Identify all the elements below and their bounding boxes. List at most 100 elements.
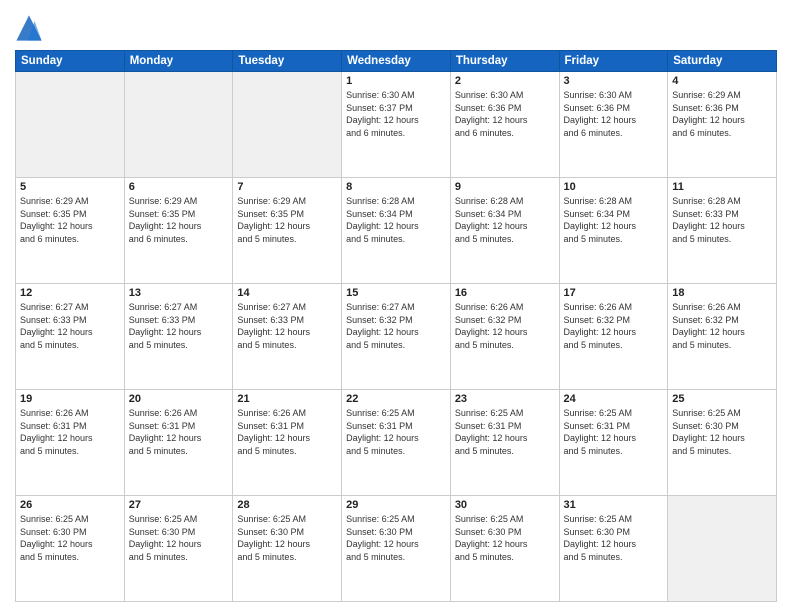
day-number: 30 <box>455 499 555 511</box>
day-info: Sunrise: 6:29 AM Sunset: 6:35 PM Dayligh… <box>129 195 229 245</box>
header <box>15 10 777 42</box>
calendar-cell: 24Sunrise: 6:25 AM Sunset: 6:31 PM Dayli… <box>559 390 668 496</box>
day-info: Sunrise: 6:30 AM Sunset: 6:37 PM Dayligh… <box>346 89 446 139</box>
day-info: Sunrise: 6:26 AM Sunset: 6:31 PM Dayligh… <box>20 407 120 457</box>
day-info: Sunrise: 6:27 AM Sunset: 6:32 PM Dayligh… <box>346 301 446 351</box>
calendar-cell: 20 Sunrise: 6:26 AM Sunset: 6:31 PM Dayli… <box>124 390 233 496</box>
day-number: 2 <box>455 75 555 87</box>
day-number: 28 <box>237 499 337 511</box>
weekday-header: Sunday <box>16 51 125 72</box>
day-number: 19 <box>20 393 120 405</box>
day-info: Sunrise: 6:27 AM Sunset: 6:33 PM Dayligh… <box>20 301 120 351</box>
day-number: 8 <box>346 181 446 193</box>
day-number: 24 <box>564 393 664 405</box>
calendar-cell: 5 Sunrise: 6:29 AM Sunset: 6:35 PM Daylig… <box>16 178 125 284</box>
day-info: Sunrise: 6:25 AM Sunset: 6:30 PM Dayligh… <box>672 407 772 457</box>
weekday-header: Thursday <box>450 51 559 72</box>
weekday-header-row: SundayMondayTuesdayWednesdayThursdayFrid… <box>16 51 777 72</box>
calendar-cell: 16 Sunrise: 6:26 AM Sunset: 6:32 PM Dayli… <box>450 284 559 390</box>
calendar-cell: 10 Sunrise: 6:28 AM Sunset: 6:34 PM Dayli… <box>559 178 668 284</box>
day-info: Sunrise: 6:25 AM Sunset: 6:31 PM Dayligh… <box>455 407 555 457</box>
calendar-week-row: 12 Sunrise: 6:27 AM Sunset: 6:33 PM Dayli… <box>16 284 777 390</box>
logo-icon <box>15 14 43 42</box>
day-info: Sunrise: 6:25 AM Sunset: 6:30 PM Dayligh… <box>20 513 120 563</box>
day-number: 5 <box>20 181 120 193</box>
calendar-cell: 1 Sunrise: 6:30 AM Sunset: 6:37 PM Daylig… <box>342 72 451 178</box>
logo <box>15 14 47 42</box>
day-info: Sunrise: 6:29 AM Sunset: 6:36 PM Dayligh… <box>672 89 772 139</box>
calendar-week-row: 19 Sunrise: 6:26 AM Sunset: 6:31 PM Dayli… <box>16 390 777 496</box>
day-number: 4 <box>672 75 772 87</box>
calendar-cell: 22 Sunrise: 6:25 AM Sunset: 6:31 PM Dayli… <box>342 390 451 496</box>
day-number: 11 <box>672 181 772 193</box>
page: SundayMondayTuesdayWednesdayThursdayFrid… <box>0 0 792 612</box>
day-number: 12 <box>20 287 120 299</box>
day-number: 3 <box>564 75 664 87</box>
calendar-week-row: 1 Sunrise: 6:30 AM Sunset: 6:37 PM Daylig… <box>16 72 777 178</box>
day-info: Sunrise: 6:25 AM Sunset: 6:30 PM Dayligh… <box>455 513 555 563</box>
calendar-cell <box>233 72 342 178</box>
day-number: 13 <box>129 287 229 299</box>
day-number: 18 <box>672 287 772 299</box>
day-info: Sunrise: 6:28 AM Sunset: 6:33 PM Dayligh… <box>672 195 772 245</box>
calendar-cell <box>668 496 777 602</box>
day-info: Sunrise: 6:26 AM Sunset: 6:32 PM Dayligh… <box>455 301 555 351</box>
calendar-cell: 31 Sunrise: 6:25 AM Sunset: 6:30 PM Dayli… <box>559 496 668 602</box>
day-number: 27 <box>129 499 229 511</box>
day-number: 6 <box>129 181 229 193</box>
day-info: Sunrise: 6:25 AM Sunset: 6:31 PM Dayligh… <box>346 407 446 457</box>
weekday-header: Saturday <box>668 51 777 72</box>
day-number: 7 <box>237 181 337 193</box>
calendar-cell: 6 Sunrise: 6:29 AM Sunset: 6:35 PM Daylig… <box>124 178 233 284</box>
day-number: 10 <box>564 181 664 193</box>
calendar-table: SundayMondayTuesdayWednesdayThursdayFrid… <box>15 50 777 602</box>
day-number: 23 <box>455 393 555 405</box>
calendar-cell: 3 Sunrise: 6:30 AM Sunset: 6:36 PM Daylig… <box>559 72 668 178</box>
calendar-week-row: 26 Sunrise: 6:25 AM Sunset: 6:30 PM Dayli… <box>16 496 777 602</box>
calendar-cell: 19 Sunrise: 6:26 AM Sunset: 6:31 PM Dayli… <box>16 390 125 496</box>
weekday-header: Monday <box>124 51 233 72</box>
day-info: Sunrise: 6:30 AM Sunset: 6:36 PM Dayligh… <box>564 89 664 139</box>
calendar-cell: 8 Sunrise: 6:28 AM Sunset: 6:34 PM Daylig… <box>342 178 451 284</box>
day-info: Sunrise: 6:29 AM Sunset: 6:35 PM Dayligh… <box>237 195 337 245</box>
weekday-header: Wednesday <box>342 51 451 72</box>
calendar-cell: 21Sunrise: 6:26 AM Sunset: 6:31 PM Dayli… <box>233 390 342 496</box>
day-number: 31 <box>564 499 664 511</box>
day-info: Sunrise: 6:26 AM Sunset: 6:31 PM Dayligh… <box>129 407 229 457</box>
day-info: Sunrise: 6:25 AM Sunset: 6:30 PM Dayligh… <box>346 513 446 563</box>
day-number: 1 <box>346 75 446 87</box>
day-number: 22 <box>346 393 446 405</box>
calendar-cell: 7 Sunrise: 6:29 AM Sunset: 6:35 PM Daylig… <box>233 178 342 284</box>
calendar-cell: 9Sunrise: 6:28 AM Sunset: 6:34 PM Daylig… <box>450 178 559 284</box>
day-number: 14 <box>237 287 337 299</box>
day-number: 16 <box>455 287 555 299</box>
calendar-cell <box>124 72 233 178</box>
weekday-header: Friday <box>559 51 668 72</box>
calendar-cell: 2 Sunrise: 6:30 AM Sunset: 6:36 PM Daylig… <box>450 72 559 178</box>
calendar-cell: 12 Sunrise: 6:27 AM Sunset: 6:33 PM Dayli… <box>16 284 125 390</box>
calendar-cell: 11 Sunrise: 6:28 AM Sunset: 6:33 PM Dayli… <box>668 178 777 284</box>
calendar-cell: 14 Sunrise: 6:27 AM Sunset: 6:33 PM Dayli… <box>233 284 342 390</box>
calendar-cell: 13 Sunrise: 6:27 AM Sunset: 6:33 PM Dayli… <box>124 284 233 390</box>
day-info: Sunrise: 6:30 AM Sunset: 6:36 PM Dayligh… <box>455 89 555 139</box>
calendar-cell: 23 Sunrise: 6:25 AM Sunset: 6:31 PM Dayli… <box>450 390 559 496</box>
day-info: Sunrise: 6:27 AM Sunset: 6:33 PM Dayligh… <box>237 301 337 351</box>
day-info: Sunrise: 6:28 AM Sunset: 6:34 PM Dayligh… <box>346 195 446 245</box>
day-number: 17 <box>564 287 664 299</box>
calendar-cell: 27Sunrise: 6:25 AM Sunset: 6:30 PM Dayli… <box>124 496 233 602</box>
day-info: Sunrise: 6:29 AM Sunset: 6:35 PM Dayligh… <box>20 195 120 245</box>
day-info: Sunrise: 6:26 AM Sunset: 6:32 PM Dayligh… <box>564 301 664 351</box>
calendar-week-row: 5 Sunrise: 6:29 AM Sunset: 6:35 PM Daylig… <box>16 178 777 284</box>
day-number: 20 <box>129 393 229 405</box>
calendar-cell <box>16 72 125 178</box>
calendar-cell: 15Sunrise: 6:27 AM Sunset: 6:32 PM Dayli… <box>342 284 451 390</box>
day-number: 26 <box>20 499 120 511</box>
day-info: Sunrise: 6:27 AM Sunset: 6:33 PM Dayligh… <box>129 301 229 351</box>
day-info: Sunrise: 6:26 AM Sunset: 6:32 PM Dayligh… <box>672 301 772 351</box>
calendar-cell: 4 Sunrise: 6:29 AM Sunset: 6:36 PM Daylig… <box>668 72 777 178</box>
weekday-header: Tuesday <box>233 51 342 72</box>
calendar-cell: 30 Sunrise: 6:25 AM Sunset: 6:30 PM Dayli… <box>450 496 559 602</box>
day-info: Sunrise: 6:25 AM Sunset: 6:30 PM Dayligh… <box>564 513 664 563</box>
day-info: Sunrise: 6:28 AM Sunset: 6:34 PM Dayligh… <box>564 195 664 245</box>
day-number: 29 <box>346 499 446 511</box>
